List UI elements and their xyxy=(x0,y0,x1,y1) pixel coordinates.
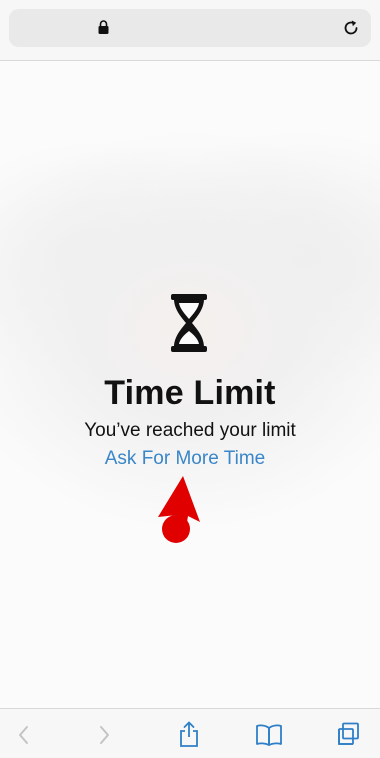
top-toolbar xyxy=(0,0,380,61)
share-icon[interactable] xyxy=(178,721,200,747)
ask-for-more-time-link[interactable]: Ask For More Time xyxy=(0,448,370,470)
chevron-left-icon[interactable] xyxy=(16,724,30,746)
book-icon[interactable] xyxy=(256,724,282,746)
page-title: Time Limit xyxy=(104,374,276,412)
lock-icon xyxy=(98,20,109,34)
chevron-right-icon[interactable] xyxy=(98,724,112,746)
screen: Time Limit You’ve reached your limit Ask… xyxy=(0,0,380,758)
limit-message: You’ve reached your limit xyxy=(84,420,296,441)
hourglass-icon xyxy=(171,294,207,352)
bottom-toolbar xyxy=(0,708,380,758)
reload-icon[interactable] xyxy=(342,19,360,37)
red-arrow-icon xyxy=(158,476,200,543)
address-bar[interactable] xyxy=(9,9,371,47)
tabs-icon[interactable] xyxy=(336,722,360,746)
